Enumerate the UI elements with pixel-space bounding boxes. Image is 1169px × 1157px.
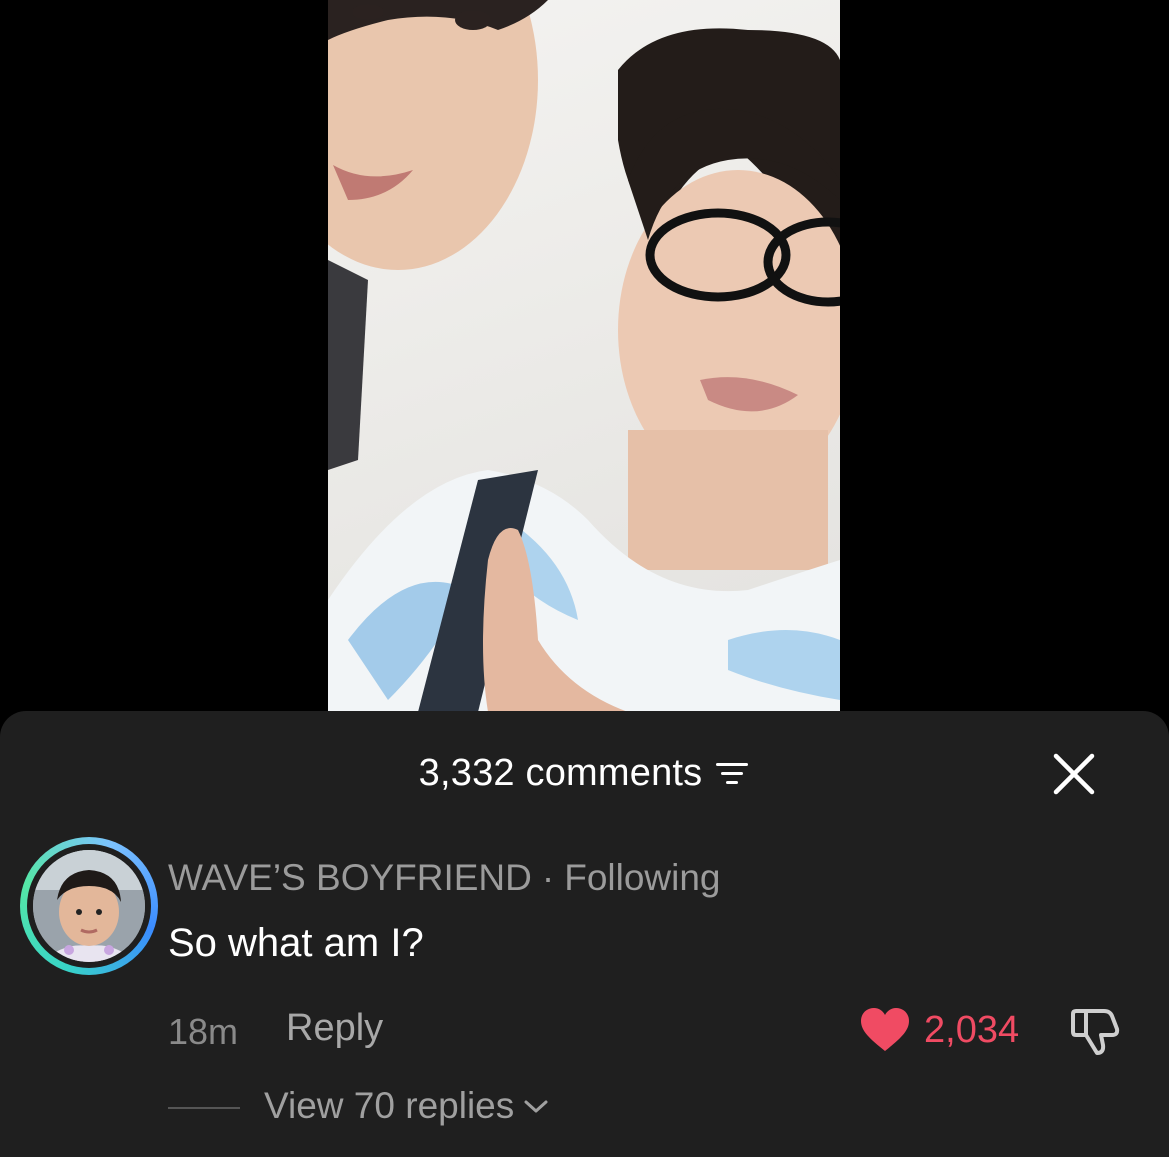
video-player[interactable] [328, 0, 840, 712]
avatar [33, 850, 145, 962]
avatar-image [33, 850, 145, 962]
replies-divider [168, 1107, 240, 1109]
view-replies-button[interactable]: View 70 replies [264, 1085, 550, 1127]
following-label: Following [564, 857, 721, 898]
replies-row: View 70 replies [0, 1083, 1169, 1133]
view-replies-label: View 70 replies [264, 1085, 515, 1126]
reply-button[interactable]: Reply [286, 1007, 383, 1050]
comment-time: 18m [168, 1011, 239, 1052]
filter-icon[interactable] [714, 758, 750, 788]
video-frame-image [328, 0, 840, 712]
heart-icon [861, 1008, 909, 1051]
like-button[interactable]: 2,034 [860, 1007, 1019, 1053]
comment-text: So what am I? [168, 921, 424, 965]
comments-header: 3,332 comments [0, 751, 1169, 795]
close-icon[interactable] [1051, 751, 1097, 797]
comments-count-button[interactable]: 3,332 comments [419, 752, 751, 795]
app-screen: 3,332 comments WAVE’S BOYFRIEND · Follow… [0, 0, 1169, 1157]
comment-meta: WAVE’S BOYFRIEND · Following [168, 857, 721, 899]
avatar-ring-gap [27, 844, 151, 968]
chevron-down-icon [524, 1100, 548, 1113]
avatar-story-ring[interactable] [20, 837, 158, 975]
comment-author[interactable]: WAVE’S BOYFRIEND [168, 857, 532, 898]
comments-sheet: 3,332 comments WAVE’S BOYFRIEND · Follow… [0, 711, 1169, 1157]
thumbs-down-icon[interactable] [1068, 1007, 1124, 1057]
comments-count-label: 3,332 comments [418, 751, 703, 794]
comment-actions: 18m Reply 2,034 [0, 1007, 1169, 1057]
meta-separator: · [541, 857, 555, 898]
like-count: 2,034 [924, 1008, 1020, 1051]
